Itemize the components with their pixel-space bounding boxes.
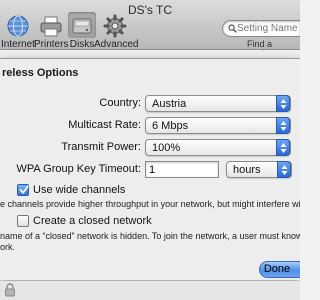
- window-toolbar: DS's TC Internet Printers Disks Advanced…: [0, 0, 300, 59]
- sheet-title: reless Options: [2, 67, 79, 79]
- country-label: Country:: [99, 97, 141, 109]
- multicast-rate-label: Multicast Rate:: [68, 119, 141, 131]
- country-value: Austria: [152, 98, 187, 110]
- popup-arrows-icon: [276, 139, 290, 156]
- toolbar-internet-label: Internet: [1, 39, 35, 50]
- popup-arrows-icon: [276, 95, 290, 112]
- toolbar-printers-label: Printers: [34, 39, 69, 50]
- wpa-timeout-unit-popup[interactable]: hours: [226, 161, 292, 178]
- toolbar-printers-button[interactable]: Printers: [34, 14, 68, 50]
- toolbar-disks-button[interactable]: Disks: [67, 12, 97, 50]
- transmit-power-value: 100%: [152, 142, 181, 154]
- toolbar-advanced-label: Advanced: [94, 39, 139, 50]
- closed-network-label[interactable]: Create a closed network: [33, 215, 152, 227]
- popup-arrows-icon: [277, 161, 291, 178]
- transmit-power-popup[interactable]: 100%: [145, 139, 291, 156]
- done-button[interactable]: Done: [259, 261, 300, 278]
- wide-channels-label[interactable]: Use wide channels: [33, 184, 125, 196]
- wpa-timeout-label: WPA Group Key Timeout:: [16, 163, 141, 175]
- wpa-timeout-unit-value: hours: [233, 164, 261, 176]
- toolbar-disks-selection: [68, 12, 96, 38]
- country-popup[interactable]: Austria: [145, 95, 291, 112]
- wireless-options-sheet: reless Options Country: Austria Multicas…: [0, 58, 300, 280]
- wide-channels-help: e channels provide higher throughput in …: [0, 199, 300, 209]
- search-icon: [228, 24, 237, 33]
- printer-icon: [40, 16, 62, 37]
- toolbar-advanced-button[interactable]: Advanced: [94, 14, 139, 50]
- closed-network-help-line2: ork.: [0, 242, 16, 252]
- closed-network-help-line1: name of a “closed” network is hidden. To…: [0, 231, 300, 241]
- closed-network-checkbox[interactable]: [17, 215, 29, 227]
- toolbar-disks-label: Disks: [69, 39, 95, 50]
- setting-search[interactable]: [222, 20, 300, 37]
- checkmark-icon: [19, 185, 29, 194]
- globe-icon: [7, 15, 29, 37]
- popup-arrows-icon: [276, 117, 290, 134]
- transmit-power-label: Transmit Power:: [61, 141, 141, 153]
- app-window: DS's TC Internet Printers Disks Advanced…: [0, 0, 300, 300]
- lock-icon: [5, 283, 15, 297]
- search-input[interactable]: [237, 21, 300, 36]
- disk-icon: [72, 18, 92, 34]
- multicast-rate-popup[interactable]: 6 Mbps: [145, 117, 291, 134]
- wide-channels-checkbox[interactable]: [17, 184, 29, 196]
- gear-icon: [103, 14, 127, 38]
- wpa-timeout-field[interactable]: [145, 161, 219, 178]
- multicast-rate-value: 6 Mbps: [152, 120, 189, 132]
- toolbar-internet-button[interactable]: Internet: [0, 14, 36, 50]
- window-bottom-bar: [0, 281, 300, 300]
